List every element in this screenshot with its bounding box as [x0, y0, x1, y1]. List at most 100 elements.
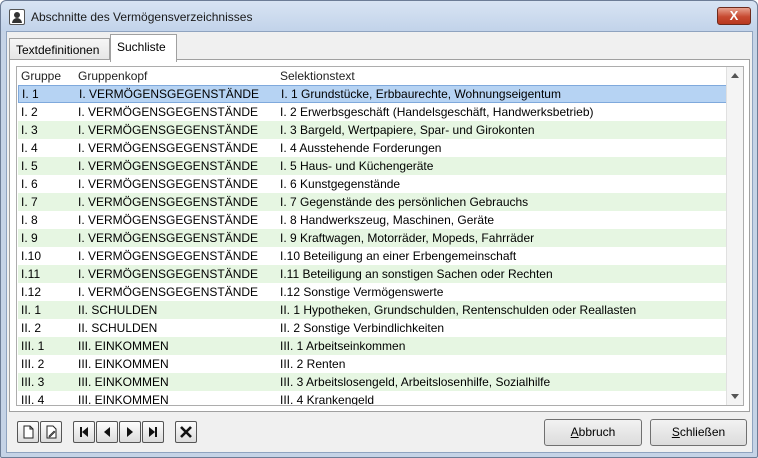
cell-selektionstext: I. 1 Grundstücke, Erbbaurechte, Wohnungs…: [281, 87, 561, 101]
last-record-icon: [149, 427, 157, 437]
cell-selektionstext: III. 4 Krankengeld: [280, 393, 375, 406]
table-row[interactable]: I.11 I. VERMÖGENSGEGENSTÄNDE I.11 Beteilig…: [18, 265, 729, 283]
cell-selektionstext: III. 3 Arbeitslosengeld, Arbeitslosenhil…: [280, 375, 551, 389]
scroll-down-icon[interactable]: [731, 394, 739, 399]
table-row[interactable]: I. 3 I. VERMÖGENSGEGENSTÄNDE I. 3 Bargeld,…: [18, 121, 729, 139]
table-row[interactable]: I.12 I. VERMÖGENSGEGENSTÄNDE I.12 Sonstige…: [18, 283, 729, 301]
search-list-table[interactable]: Gruppe Gruppenkopf Selektionstext I. 1 I.…: [16, 66, 744, 406]
cell-selektionstext: I. 2 Erwerbsgeschäft (Handelsgeschäft, H…: [280, 105, 594, 119]
title-bar[interactable]: Abschnitte des Vermögensverzeichnisses X: [1, 1, 757, 31]
table-row[interactable]: I. 8 I. VERMÖGENSGEGENSTÄNDE I. 8 Handwerk…: [18, 211, 729, 229]
cell-gruppe: I. 3: [21, 123, 38, 137]
previous-record-icon: [104, 427, 110, 437]
table-row[interactable]: I. 6 I. VERMÖGENSGEGENSTÄNDE I. 6 Kunstgeg…: [18, 175, 729, 193]
edit-document-icon: [46, 425, 57, 439]
table-row[interactable]: I. 1 I. VERMÖGENSGEGENSTÄNDE I. 1 Grundstü…: [18, 85, 729, 103]
cell-gruppenkopf: III. EINKOMMEN: [78, 357, 169, 371]
cell-gruppenkopf: I. VERMÖGENSGEGENSTÄNDE: [78, 231, 259, 245]
cell-gruppe: III. 3: [21, 375, 45, 389]
new-document-icon: [23, 425, 34, 439]
table-row[interactable]: I. 4 I. VERMÖGENSGEGENSTÄNDE I. 4 Ausstehe…: [18, 139, 729, 157]
abbruch-mnemonic: A: [570, 425, 579, 439]
cell-gruppenkopf: I. VERMÖGENSGEGENSTÄNDE: [78, 285, 259, 299]
cell-gruppe: I. 9: [21, 231, 38, 245]
cell-gruppenkopf: I. VERMÖGENSGEGENSTÄNDE: [78, 177, 259, 191]
cell-gruppenkopf: I. VERMÖGENSGEGENSTÄNDE: [79, 87, 260, 101]
column-header-gruppenkopf[interactable]: Gruppenkopf: [78, 69, 147, 83]
cell-selektionstext: I. 5 Haus- und Küchengeräte: [280, 159, 434, 173]
cell-gruppenkopf: I. VERMÖGENSGEGENSTÄNDE: [78, 195, 259, 209]
table-row[interactable]: III. 1 III. EINKOMMEN III. 1 Arbeitseinkom…: [18, 337, 729, 355]
table-row[interactable]: II. 1 II. SCHULDEN II. 1 Hypotheken, Grund…: [18, 301, 729, 319]
cell-selektionstext: I.11 Beteiligung an sonstigen Sachen ode…: [280, 267, 553, 281]
dialog-window: Abschnitte des Vermögensverzeichnisses X…: [0, 0, 758, 458]
dialog-client: Textdefinitionen Suchliste Gruppe Gruppe…: [6, 31, 753, 453]
column-header-gruppe[interactable]: Gruppe: [21, 69, 61, 83]
tab-suchliste[interactable]: Suchliste: [110, 34, 177, 62]
table-row[interactable]: I.10 I. VERMÖGENSGEGENSTÄNDE I.10 Beteilig…: [18, 247, 729, 265]
next-record-button[interactable]: [119, 421, 141, 443]
cell-gruppe: I. 5: [21, 159, 38, 173]
table-row[interactable]: I. 5 I. VERMÖGENSGEGENSTÄNDE I. 5 Haus- un…: [18, 157, 729, 175]
scroll-up-icon[interactable]: [731, 73, 739, 78]
table-row[interactable]: I. 9 I. VERMÖGENSGEGENSTÄNDE I. 9 Kraftwag…: [18, 229, 729, 247]
cell-gruppe: I.12: [21, 285, 42, 299]
cell-selektionstext: I. 4 Ausstehende Forderungen: [280, 141, 442, 155]
cell-gruppe: II. 2: [21, 321, 42, 335]
last-record-button[interactable]: [142, 421, 164, 443]
cell-gruppe: I. 1: [22, 87, 39, 101]
cell-gruppe: I.10: [21, 249, 42, 263]
schliessen-label-rest: chließen: [679, 425, 726, 439]
table-row[interactable]: III. 4 III. EINKOMMEN III. 4 Krankengeld: [18, 391, 729, 406]
cell-selektionstext: I. 6 Kunstgegenstände: [280, 177, 401, 191]
cell-gruppenkopf: I. VERMÖGENSGEGENSTÄNDE: [78, 105, 259, 119]
cell-selektionstext: I. 7 Gegenstände des persönlichen Gebrau…: [280, 195, 529, 209]
close-button[interactable]: X: [717, 7, 751, 25]
column-header-selektionstext[interactable]: Selektionstext: [280, 69, 355, 83]
cell-gruppenkopf: III. EINKOMMEN: [78, 375, 169, 389]
cell-selektionstext: III. 2 Renten: [280, 357, 346, 371]
cell-gruppenkopf: III. EINKOMMEN: [78, 339, 169, 353]
cell-gruppenkopf: I. VERMÖGENSGEGENSTÄNDE: [78, 213, 259, 227]
table-row[interactable]: I. 2 I. VERMÖGENSGEGENSTÄNDE I. 2 Erwerbsg…: [18, 103, 729, 121]
table-row[interactable]: I. 7 I. VERMÖGENSGEGENSTÄNDE I. 7 Gegenstä…: [18, 193, 729, 211]
cell-selektionstext: III. 1 Arbeitseinkommen: [280, 339, 406, 353]
cell-selektionstext: I.10 Beteiligung an einer Erbengemeinsch…: [280, 249, 517, 263]
cell-gruppenkopf: II. SCHULDEN: [78, 321, 158, 335]
cell-gruppenkopf: I. VERMÖGENSGEGENSTÄNDE: [78, 267, 259, 281]
edit-button[interactable]: [40, 421, 62, 443]
previous-record-button[interactable]: [96, 421, 118, 443]
cell-gruppe: I.11: [21, 267, 41, 281]
vertical-scrollbar[interactable]: [726, 67, 743, 405]
new-button[interactable]: [17, 421, 39, 443]
cell-selektionstext: II. 1 Hypotheken, Grundschulden, Rentens…: [280, 303, 637, 317]
cell-gruppe: I. 8: [21, 213, 38, 227]
first-record-icon: [80, 427, 88, 437]
cell-gruppe: III. 1: [21, 339, 45, 353]
tab-panel-suchliste: Gruppe Gruppenkopf Selektionstext I. 1 I.…: [9, 59, 750, 412]
table-header: Gruppe Gruppenkopf Selektionstext: [17, 67, 728, 85]
table-row[interactable]: III. 3 III. EINKOMMEN III. 3 Arbeitsloseng…: [18, 373, 729, 391]
table-row[interactable]: II. 2 II. SCHULDEN II. 2 Sonstige Verbindl…: [18, 319, 729, 337]
cell-gruppe: I. 6: [21, 177, 38, 191]
abbruch-button[interactable]: Abbruch: [544, 419, 642, 446]
cell-selektionstext: I.12 Sonstige Vermögenswerte: [280, 285, 444, 299]
cell-selektionstext: I. 8 Handwerkszeug, Maschinen, Geräte: [280, 213, 495, 227]
person-icon: [9, 9, 25, 25]
cell-gruppenkopf: I. VERMÖGENSGEGENSTÄNDE: [78, 249, 259, 263]
first-record-button[interactable]: [73, 421, 95, 443]
cell-gruppe: I. 4: [21, 141, 38, 155]
cell-gruppenkopf: II. SCHULDEN: [78, 303, 158, 317]
cell-gruppe: III. 4: [21, 393, 45, 406]
delete-icon: [180, 426, 192, 438]
schliessen-mnemonic: S: [671, 425, 680, 439]
cell-gruppenkopf: I. VERMÖGENSGEGENSTÄNDE: [78, 141, 259, 155]
cell-gruppenkopf: I. VERMÖGENSGEGENSTÄNDE: [78, 123, 259, 137]
table-row[interactable]: III. 2 III. EINKOMMEN III. 2 Renten: [18, 355, 729, 373]
cell-gruppe: I. 7: [21, 195, 38, 209]
table-body: I. 1 I. VERMÖGENSGEGENSTÄNDE I. 1 Grundstü…: [18, 85, 729, 406]
cell-selektionstext: I. 3 Bargeld, Wertpapiere, Spar- und Gir…: [280, 123, 535, 137]
schliessen-button[interactable]: Schließen: [650, 419, 747, 446]
delete-button[interactable]: [175, 421, 197, 443]
cell-gruppe: III. 2: [21, 357, 45, 371]
